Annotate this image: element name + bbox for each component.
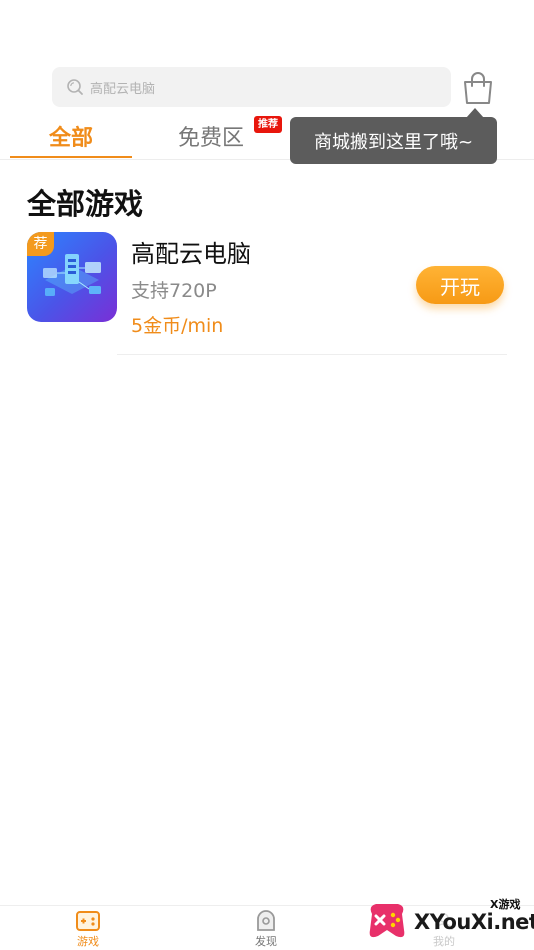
search-icon (66, 77, 86, 97)
nav-item-discover[interactable]: 发现 (236, 910, 296, 949)
play-button[interactable]: 开玩 (416, 266, 504, 304)
nav-label-discover: 发现 (255, 935, 277, 948)
active-tab-indicator (10, 156, 132, 158)
tab-all[interactable]: 全部 (10, 120, 132, 152)
recommend-badge: 推荐 (254, 116, 282, 133)
game-price: 5金币/min (131, 315, 224, 337)
store-moved-tooltip: 商城搬到这里了哦~ (290, 117, 497, 164)
gamepad-icon (76, 911, 100, 931)
search-placeholder: 高配云电脑 (90, 81, 156, 97)
nav-item-games[interactable]: 游戏 (58, 910, 118, 949)
game-thumbnail[interactable]: 荐 (27, 232, 117, 322)
section-title: 全部游戏 (27, 187, 144, 221)
shopping-bag-icon[interactable] (462, 70, 494, 106)
game-title[interactable]: 高配云电脑 (131, 234, 251, 269)
site-watermark: X游戏 XYouXi.net (364, 892, 534, 950)
row-divider (117, 354, 507, 355)
nav-label-games: 游戏 (77, 935, 99, 948)
recommended-badge: 荐 (27, 232, 54, 256)
tab-free-zone[interactable]: 免费区 (178, 120, 244, 152)
watermark-logo-icon (369, 904, 405, 938)
search-bar[interactable]: 高配云电脑 (52, 67, 451, 107)
game-resolution: 支持720P (131, 280, 217, 302)
watermark-site-name: XYouXi.net (414, 910, 534, 934)
discover-icon (257, 910, 275, 931)
